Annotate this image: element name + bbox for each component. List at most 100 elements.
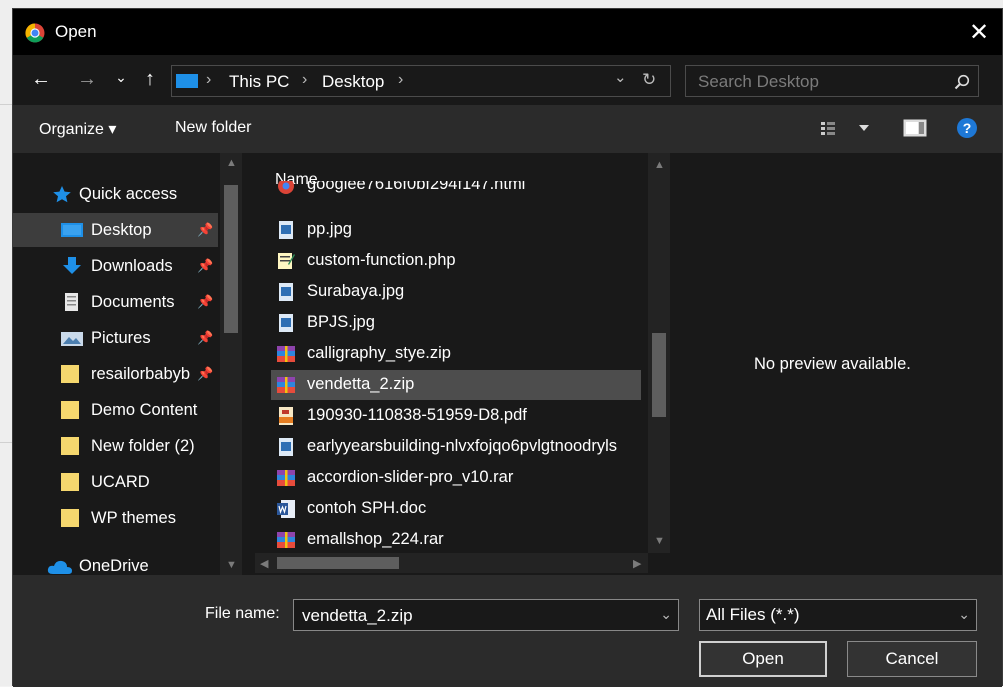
file-name: pp.jpg — [307, 220, 352, 238]
scroll-down-icon[interactable]: ▼ — [654, 535, 665, 547]
file-name-input[interactable] — [300, 605, 634, 627]
list-item[interactable]: googlee7616f0bf294f147.html — [271, 181, 641, 199]
archive-file-icon — [277, 377, 295, 393]
forward-arrow-icon: → — [77, 67, 97, 90]
sidebar-item-desktop[interactable]: Desktop 📌 — [13, 213, 218, 247]
preview-message: No preview available. — [754, 355, 911, 373]
folder-icon — [61, 509, 79, 527]
list-item[interactable]: contoh SPH.doc — [271, 494, 641, 524]
chrome-html-file-icon — [278, 181, 294, 194]
list-item[interactable]: emallshop_224.rar — [271, 525, 641, 555]
sidebar-item-label: UCARD — [91, 472, 150, 491]
sidebar-item-documents[interactable]: Documents 📌 — [13, 285, 218, 319]
help-icon[interactable]: ? — [957, 118, 977, 138]
list-item[interactable]: accordion-slider-pro_v10.rar — [271, 463, 641, 493]
star-icon — [53, 186, 71, 203]
search-input[interactable] — [696, 71, 940, 93]
folder-icon — [61, 473, 79, 491]
chevron-down-icon[interactable]: ⌄ — [958, 606, 970, 623]
sidebar-item-label: Quick access — [79, 184, 178, 203]
documents-icon — [65, 293, 78, 311]
file-name: 190930-110838-51959-D8.pdf — [307, 406, 527, 424]
scrollbar-thumb[interactable] — [652, 333, 666, 417]
file-name: contoh SPH.doc — [307, 499, 427, 517]
view-options-icon[interactable] — [821, 121, 847, 137]
sidebar-item-demo-content[interactable]: Demo Content — [13, 393, 218, 427]
scrollbar-thumb[interactable] — [224, 185, 238, 333]
file-list-vertical-scrollbar[interactable]: ▲ ▼ — [648, 153, 670, 553]
file-name-combobox[interactable]: ⌄ — [293, 599, 679, 631]
sidebar-item-pictures[interactable]: Pictures 📌 — [13, 321, 218, 355]
preview-pane-icon[interactable] — [903, 119, 927, 137]
file-name: googlee7616f0bf294f147.html — [307, 181, 526, 193]
navigation-bar: ← → ⌄ ↑ › This PC › Desktop › ⌄ ↻ — [13, 55, 1002, 105]
scroll-right-icon[interactable]: ▶ — [633, 557, 641, 570]
forward-button[interactable]: → — [73, 65, 101, 93]
chrome-icon — [25, 23, 45, 43]
search-box[interactable] — [685, 65, 979, 97]
file-name-label: File name: — [205, 605, 280, 622]
word-file-icon — [277, 500, 295, 518]
close-button[interactable]: ✕ — [956, 9, 1002, 55]
desktop-icon — [61, 223, 83, 237]
list-item[interactable]: pp.jpg — [271, 215, 641, 245]
up-button[interactable]: ↑ — [137, 65, 163, 93]
sidebar-item-wp-themes[interactable]: WP themes — [13, 501, 218, 535]
list-item-selected[interactable]: vendetta_2.zip — [271, 370, 641, 400]
sidebar-item-label: Desktop — [91, 220, 152, 239]
breadcrumb-this-pc[interactable]: This PC — [229, 72, 289, 92]
chevron-down-icon[interactable]: ⌄ — [660, 606, 672, 623]
scroll-up-icon[interactable]: ▲ — [654, 159, 665, 171]
pin-icon: 📌 — [197, 258, 214, 273]
pin-icon: 📌 — [197, 366, 214, 381]
scrollbar-thumb[interactable] — [277, 557, 399, 569]
file-list-horizontal-scrollbar[interactable]: ◀ ▶ — [255, 553, 648, 573]
list-item[interactable]: 190930-110838-51959-D8.pdf — [271, 401, 641, 431]
sidebar-item-ucard[interactable]: UCARD — [13, 465, 218, 499]
list-item[interactable]: Surabaya.jpg — [271, 277, 641, 307]
sidebar-item-quick-access[interactable]: Quick access — [13, 177, 218, 211]
file-name: earlyyearsbuilding-nlvxfojqo6pvlgtnoodry… — [307, 437, 618, 455]
scroll-up-icon[interactable]: ▲ — [226, 157, 237, 169]
address-dropdown-icon[interactable]: ⌄ — [614, 68, 627, 86]
sidebar-item-label: Downloads — [91, 256, 173, 275]
refresh-icon[interactable]: ↻ — [642, 70, 656, 90]
list-item[interactable]: BPJS.jpg — [271, 308, 641, 338]
recent-locations-button[interactable]: ⌄ — [113, 63, 129, 91]
sidebar-item-resailorbabyb[interactable]: resailorbabyb 📌 — [13, 357, 218, 391]
file-name: Surabaya.jpg — [307, 282, 405, 300]
sidebar-item-label: WP themes — [91, 508, 176, 527]
scroll-left-icon[interactable]: ◀ — [260, 557, 268, 570]
view-dropdown-icon[interactable] — [859, 125, 869, 133]
sidebar-item-label: OneDrive — [79, 556, 149, 575]
open-button[interactable]: Open — [699, 641, 827, 677]
sidebar-item-new-folder-2[interactable]: New folder (2) — [13, 429, 218, 463]
list-item[interactable]: earlyyearsbuilding-nlvxfojqo6pvlgtnoodry… — [271, 432, 641, 462]
file-name: vendetta_2.zip — [307, 375, 415, 393]
back-button[interactable]: ← — [27, 65, 55, 93]
chevron-down-icon: ⌄ — [115, 68, 127, 85]
file-name: custom-function.php — [307, 251, 456, 269]
archive-file-icon — [277, 470, 295, 486]
list-item[interactable]: calligraphy_stye.zip — [271, 339, 641, 369]
close-icon: ✕ — [968, 18, 990, 46]
sidebar-item-label: Demo Content — [91, 400, 198, 419]
sidebar-item-downloads[interactable]: Downloads 📌 — [13, 249, 218, 283]
this-pc-icon — [176, 74, 198, 88]
cancel-button[interactable]: Cancel — [847, 641, 977, 677]
file-name: accordion-slider-pro_v10.rar — [307, 468, 514, 486]
new-folder-button[interactable]: New folder — [175, 119, 251, 137]
pdf-file-icon — [279, 407, 293, 425]
archive-file-icon — [277, 346, 295, 362]
file-type-select[interactable]: All Files (*.*) ⌄ — [699, 599, 977, 631]
list-item[interactable]: custom-function.php — [271, 246, 641, 276]
address-bar[interactable]: › This PC › Desktop › ⌄ ↻ — [171, 65, 671, 97]
pin-icon: 📌 — [197, 330, 214, 345]
scroll-down-icon[interactable]: ▼ — [226, 559, 237, 571]
sidebar-item-onedrive[interactable]: OneDrive — [13, 549, 218, 575]
breadcrumb-desktop[interactable]: Desktop — [322, 72, 384, 92]
navigation-scrollbar[interactable]: ▲ ▼ — [220, 153, 242, 575]
organize-button[interactable]: Organize ▾ — [39, 119, 116, 139]
image-file-icon — [279, 438, 293, 456]
search-icon[interactable] — [954, 74, 970, 90]
